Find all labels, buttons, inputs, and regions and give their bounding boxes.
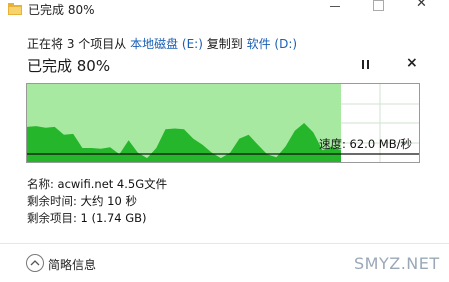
detail-name: 名称: acwifi.net 4.5G文件 — [27, 176, 167, 192]
window-title: 已完成 80% — [28, 3, 95, 17]
minimize-icon — [330, 6, 340, 7]
transfer-graph: 速度: 62.0 MB/秒 — [26, 83, 420, 163]
pause-button[interactable] — [361, 59, 371, 71]
items-value: 1 (1.74 GB) — [80, 211, 147, 225]
copy-middle: 复制到 — [206, 37, 243, 51]
title-bar: 已完成 80% ✕ — [0, 0, 449, 22]
cancel-button[interactable]: × — [406, 55, 418, 71]
time-label: 剩余时间: — [27, 194, 81, 208]
close-icon: ✕ — [416, 0, 427, 11]
progress-title: 已完成 80% — [27, 57, 111, 75]
name-label: 名称: — [27, 177, 58, 191]
folder-icon — [8, 3, 22, 15]
destination-link[interactable]: 软件 (D:) — [247, 37, 297, 51]
chevron-up-icon — [30, 260, 40, 266]
detail-time: 剩余时间: 大约 10 秒 — [27, 193, 137, 209]
pause-icon — [362, 60, 364, 69]
name-value: acwifi.net 4.5G文件 — [57, 177, 168, 191]
items-label: 剩余项目: — [27, 211, 81, 225]
copy-description: 正在将 3 个项目从 本地磁盘 (E:) 复制到 软件 (D:) — [27, 35, 297, 52]
maximize-button[interactable] — [358, 0, 398, 14]
less-details-label[interactable]: 简略信息 — [48, 256, 96, 273]
watermark: SMYZ.NET — [354, 254, 440, 273]
close-button[interactable]: ✕ — [402, 0, 442, 14]
less-details-button[interactable] — [26, 254, 44, 272]
source-link[interactable]: 本地磁盘 (E:) — [130, 37, 203, 51]
minimize-button[interactable] — [316, 0, 356, 14]
time-value: 大约 10 秒 — [80, 194, 137, 208]
copy-prefix: 正在将 3 个项目从 — [27, 37, 127, 51]
detail-items: 剩余项目: 1 (1.74 GB) — [27, 210, 147, 226]
footer: 简略信息 SMYZ.NET — [0, 244, 449, 282]
speed-label: 速度: 62.0 MB/秒 — [319, 137, 412, 151]
maximize-icon — [373, 0, 384, 11]
